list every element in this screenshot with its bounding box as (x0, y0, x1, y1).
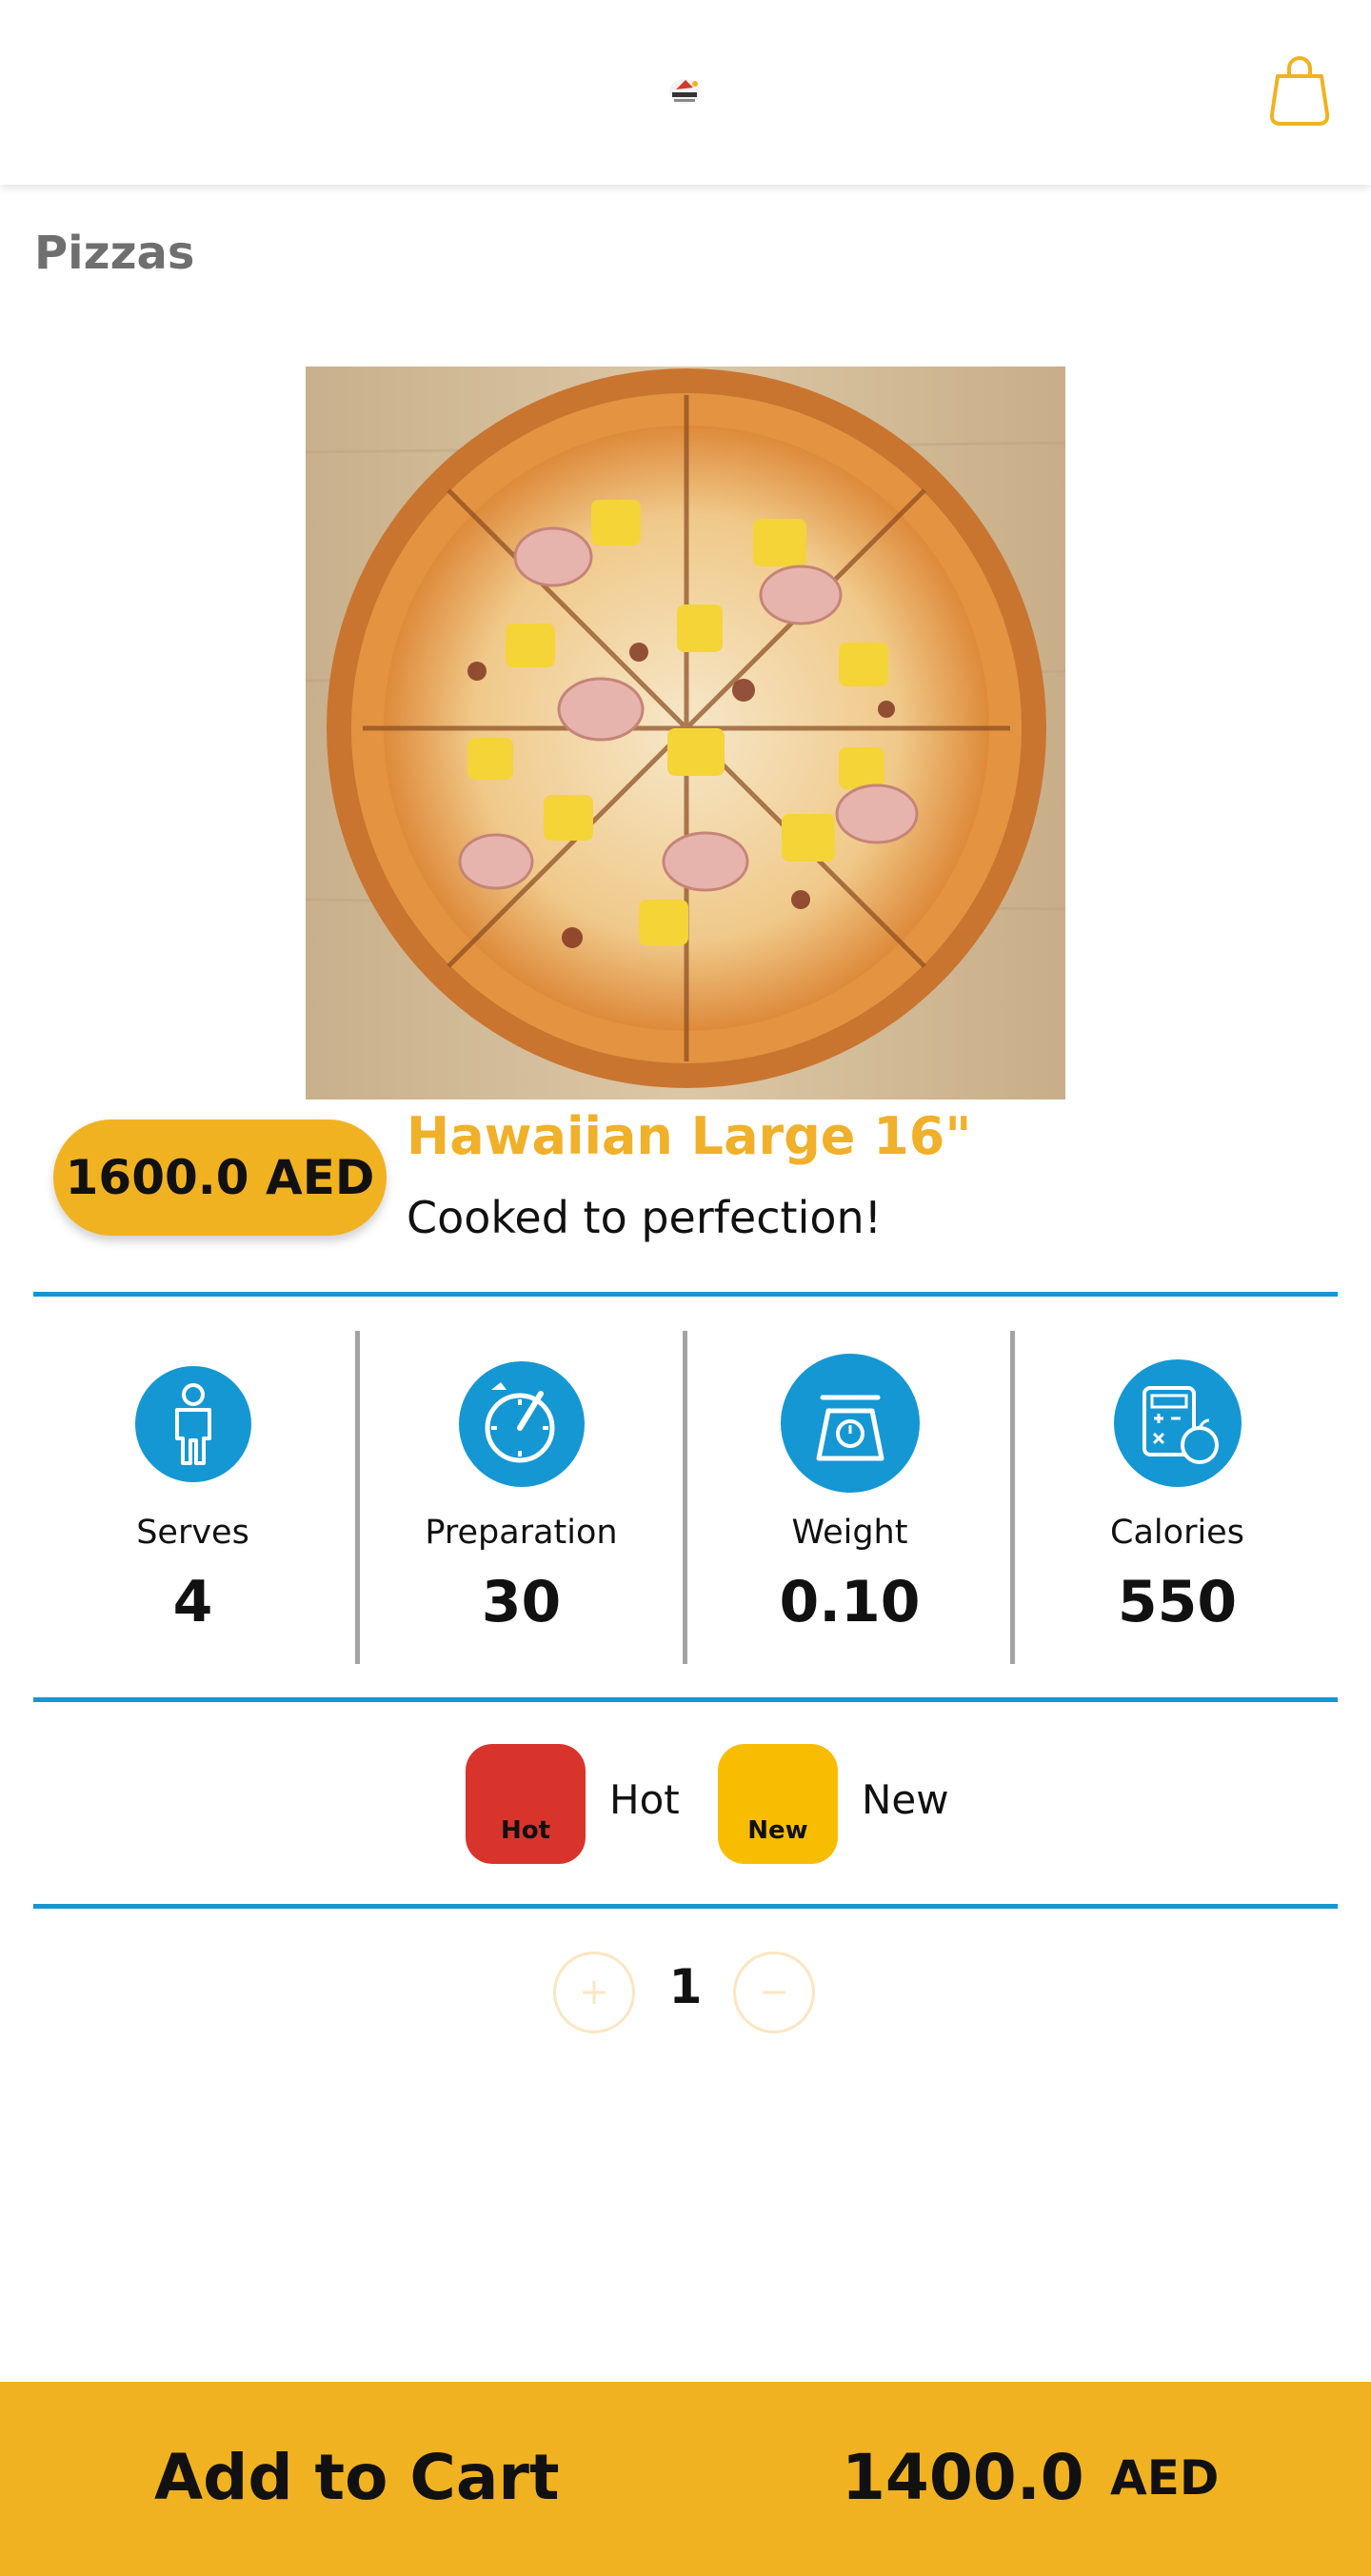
new-badge-text: New (747, 1816, 808, 1845)
product-name: Hawaiian Large 16" (407, 1106, 972, 1166)
timer-icon (458, 1361, 585, 1487)
price-badge: 1600.0 AED (53, 1120, 387, 1236)
add-to-cart-button[interactable]: Add to Cart 1400.0 AED (0, 2382, 1371, 2576)
add-to-cart-label: Add to Cart (154, 2441, 560, 2514)
product-description: Cooked to perfection! (407, 1192, 883, 1243)
stat-label: Weight (791, 1514, 908, 1552)
stat-label: Serves (136, 1514, 249, 1552)
hot-label: Hot (609, 1776, 680, 1823)
app-header (0, 0, 1371, 185)
cart-currency: AED (1110, 2450, 1220, 2506)
stat-label: Preparation (425, 1514, 618, 1552)
divider (33, 1697, 1338, 1702)
increase-quantity-button[interactable] (553, 1952, 635, 2033)
divider (33, 1292, 1338, 1297)
cart-button[interactable] (1266, 55, 1333, 128)
category-title: Pizzas (34, 227, 195, 280)
hot-badge-text: Hot (500, 1816, 551, 1845)
new-label: New (862, 1776, 949, 1823)
shopping-bag-icon (1269, 56, 1330, 126)
new-badge: New (718, 1744, 838, 1864)
stat-serves: Serves 4 (29, 1333, 357, 1656)
stat-value: 30 (481, 1569, 562, 1635)
scale-icon (780, 1354, 920, 1493)
stat-calories: Calories 550 (1013, 1333, 1341, 1656)
divider (33, 1904, 1338, 1909)
plus-icon (583, 1981, 606, 2004)
stat-preparation: Preparation 30 (357, 1333, 686, 1656)
hot-badge: Hot (466, 1744, 586, 1864)
decrease-quantity-button[interactable] (733, 1952, 815, 2033)
minus-icon (763, 1991, 785, 1994)
product-image (305, 367, 1066, 1100)
person-icon (134, 1366, 251, 1482)
calculator-apple-icon (1113, 1359, 1242, 1487)
stat-value: 550 (1117, 1569, 1238, 1635)
stat-weight: Weight 0.10 (686, 1333, 1014, 1656)
stat-label: Calories (1110, 1514, 1244, 1552)
quantity-value: 1 (668, 1959, 703, 2014)
stat-value: 0.10 (779, 1569, 921, 1635)
cart-total: 1400.0 (842, 2441, 1084, 2514)
stat-value: 4 (172, 1569, 213, 1635)
restaurant-logo[interactable] (659, 70, 710, 112)
